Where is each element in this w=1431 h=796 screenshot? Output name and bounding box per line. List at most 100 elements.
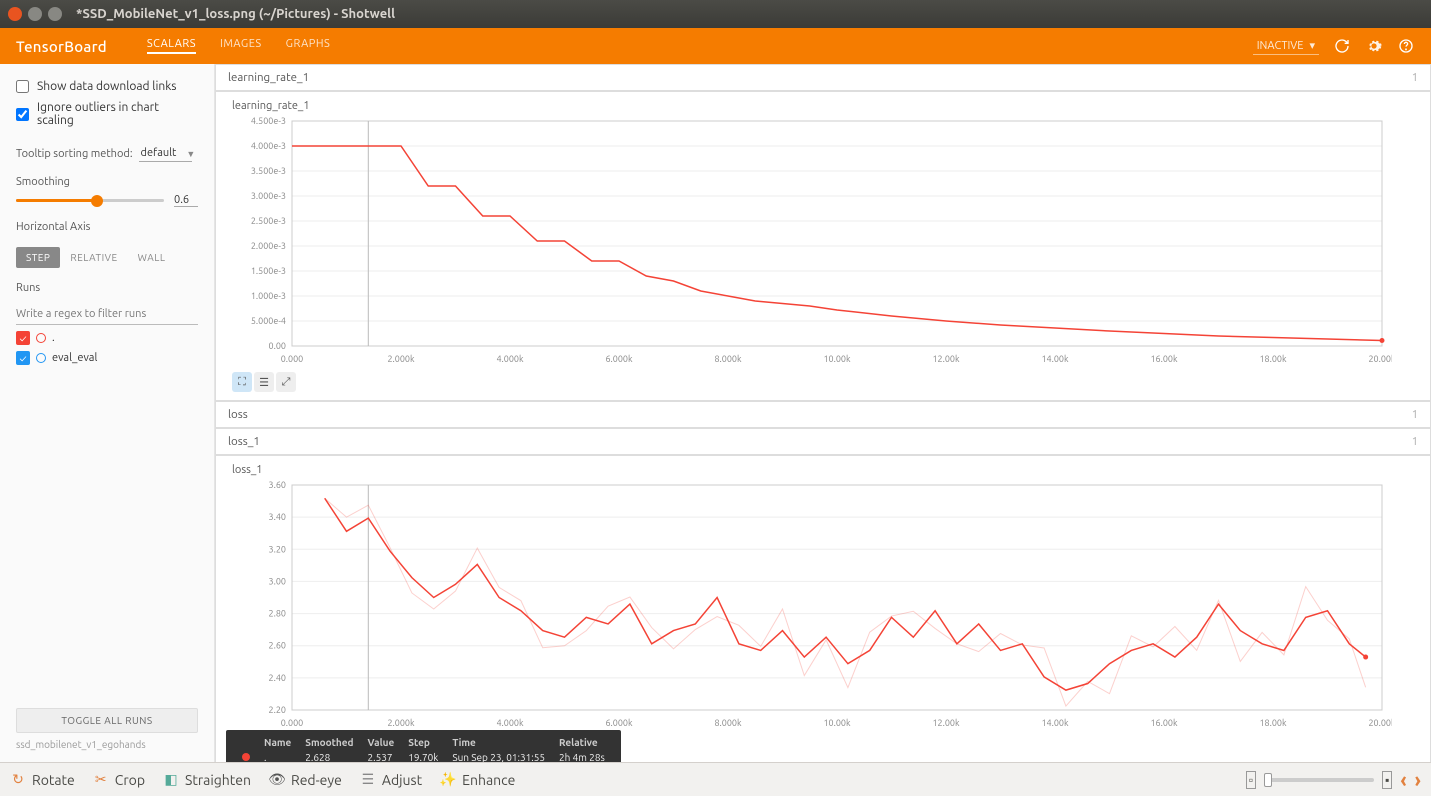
panel-title: loss [228, 408, 248, 421]
panel-header-loss1[interactable]: loss_1 1 [215, 428, 1431, 455]
tooltip-relative: 2h 4m 28s [553, 751, 611, 762]
tooltip-name: . [258, 751, 297, 762]
zoom-in-icon[interactable]: ▪ [1382, 771, 1392, 789]
expand-icon[interactable]: ⛶ [232, 372, 252, 392]
zoom-out-icon[interactable]: ▫ [1246, 771, 1256, 789]
runs-label: Runs [16, 282, 198, 294]
run-color-dot-icon [36, 333, 46, 343]
chevron-down-icon: ▾ [1309, 39, 1315, 52]
svg-text:4.000e-3: 4.000e-3 [251, 141, 286, 151]
svg-text:16.00k: 16.00k [1150, 718, 1178, 728]
smoothing-slider[interactable] [16, 199, 164, 202]
svg-text:2.80: 2.80 [269, 609, 286, 619]
chart-svg[interactable]: 2.202.402.602.803.003.203.403.600.0002.0… [232, 480, 1392, 730]
chart-svg[interactable]: 0.005.000e-41.000e-31.500e-32.000e-32.50… [232, 116, 1392, 366]
axis-wall-button[interactable]: WALL [128, 247, 176, 268]
panel-header-loss[interactable]: loss 1 [215, 401, 1431, 428]
minimize-icon[interactable] [28, 7, 42, 21]
zoom-slider[interactable] [1264, 778, 1374, 782]
checkbox-icon[interactable] [16, 80, 29, 93]
straighten-button[interactable]: ◧Straighten [163, 772, 251, 788]
run-item[interactable]: ✓ eval_eval [16, 351, 198, 365]
svg-text:8.000k: 8.000k [714, 718, 742, 728]
enhance-button[interactable]: ✨Enhance [440, 772, 515, 788]
status-dropdown[interactable]: INACTIVE ▾ [1253, 37, 1319, 55]
prev-arrow-icon[interactable]: ‹ [1400, 768, 1406, 791]
adjust-button[interactable]: ☰Adjust [360, 772, 422, 788]
tab-graphs[interactable]: GRAPHS [286, 38, 331, 54]
rotate-icon: ↻ [10, 772, 26, 788]
series-dot-icon [242, 753, 250, 761]
maximize-icon[interactable] [48, 7, 62, 21]
main-content[interactable]: learning_rate_1 1 learning_rate_1 0.005.… [215, 64, 1431, 762]
panel-count: 1 [1412, 72, 1418, 84]
svg-text:3.500e-3: 3.500e-3 [251, 166, 286, 176]
svg-text:4.500e-3: 4.500e-3 [251, 116, 286, 126]
rotate-button[interactable]: ↻Rotate [10, 772, 75, 788]
svg-text:6.000k: 6.000k [605, 354, 633, 364]
help-icon[interactable] [1397, 37, 1415, 55]
smoothing-value[interactable]: 0.6 [174, 194, 198, 207]
next-arrow-icon[interactable]: › [1415, 768, 1421, 791]
run-name: . [52, 332, 55, 344]
svg-text:12.00k: 12.00k [932, 354, 960, 364]
status-label: INACTIVE [1257, 40, 1304, 52]
tooltip-header: Relative [553, 736, 611, 749]
panel-count: 1 [1412, 409, 1418, 421]
tooltip-sort-value: default [141, 147, 177, 159]
ignore-outliers-label: Ignore outliers in chart scaling [37, 101, 198, 127]
panel-header-learning-rate[interactable]: learning_rate_1 1 [215, 64, 1431, 91]
ignore-outliers-checkbox[interactable]: Ignore outliers in chart scaling [16, 101, 198, 127]
toggle-all-runs-button[interactable]: TOGGLE ALL RUNS [16, 708, 198, 733]
tooltip-value: 2.537 [362, 751, 401, 762]
fit-icon[interactable]: ⤢ [276, 372, 296, 392]
tooltip-time: Sun Sep 23, 01:31:55 [446, 751, 551, 762]
tab-scalars[interactable]: SCALARS [147, 38, 196, 54]
svg-text:8.000k: 8.000k [714, 354, 742, 364]
header-tabs: SCALARS IMAGES GRAPHS [147, 38, 330, 54]
shotwell-toolbar: ↻Rotate ✂Crop ◧Straighten 👁Red-eye ☰Adju… [0, 762, 1431, 796]
svg-text:3.20: 3.20 [269, 544, 286, 554]
tensorboard-logo: TensorBoard [16, 38, 107, 55]
tooltip-sort-select[interactable]: default [139, 145, 193, 162]
app-content: TensorBoard SCALARS IMAGES GRAPHS INACTI… [0, 28, 1431, 762]
axis-step-button[interactable]: STEP [16, 247, 60, 268]
gear-icon[interactable] [1365, 37, 1383, 55]
tooltip-step: 19.70k [402, 751, 444, 762]
svg-text:3.00: 3.00 [269, 576, 286, 586]
svg-text:10.00k: 10.00k [823, 718, 851, 728]
crop-button[interactable]: ✂Crop [93, 772, 145, 788]
show-download-label: Show data download links [37, 80, 176, 93]
chart-title: loss_1 [232, 464, 1414, 476]
show-download-checkbox[interactable]: Show data download links [16, 80, 198, 93]
refresh-icon[interactable] [1333, 37, 1351, 55]
axis-relative-button[interactable]: RELATIVE [60, 247, 127, 268]
checkbox-icon[interactable] [16, 108, 29, 121]
run-checkbox-icon[interactable]: ✓ [16, 331, 30, 345]
tab-images[interactable]: IMAGES [220, 38, 262, 54]
tooltip-header: Name [258, 736, 297, 749]
panel-count: 1 [1412, 436, 1418, 448]
chart-learning-rate: learning_rate_1 0.005.000e-41.000e-31.50… [215, 91, 1431, 401]
tooltip-header: Step [402, 736, 444, 749]
run-checkbox-icon[interactable]: ✓ [16, 351, 30, 365]
smoothing-label: Smoothing [16, 176, 198, 188]
panel-title: learning_rate_1 [228, 71, 309, 84]
close-icon[interactable] [8, 7, 22, 21]
adjust-icon: ☰ [360, 772, 376, 788]
axis-label: Horizontal Axis [16, 221, 198, 233]
redeye-button[interactable]: 👁Red-eye [269, 772, 342, 788]
svg-text:2.60: 2.60 [269, 641, 286, 651]
svg-text:0.000: 0.000 [281, 718, 304, 728]
window-title: *SSD_MobileNet_v1_loss.png (~/Pictures) … [76, 7, 395, 21]
run-item[interactable]: ✓ . [16, 331, 198, 345]
chart-loss: loss_1 2.202.402.602.803.003.203.403.600… [215, 455, 1431, 762]
svg-text:3.000e-3: 3.000e-3 [251, 191, 286, 201]
run-color-dot-icon [36, 353, 46, 363]
runs-filter-input[interactable] [16, 304, 198, 325]
list-icon[interactable]: ☰ [254, 372, 274, 392]
svg-text:18.00k: 18.00k [1259, 718, 1287, 728]
chart-hover-tooltip: Name Smoothed Value Step Time Relative .… [226, 730, 621, 762]
crop-icon: ✂ [93, 772, 109, 788]
runs-path: ssd_mobilenet_v1_egohands [16, 739, 198, 750]
